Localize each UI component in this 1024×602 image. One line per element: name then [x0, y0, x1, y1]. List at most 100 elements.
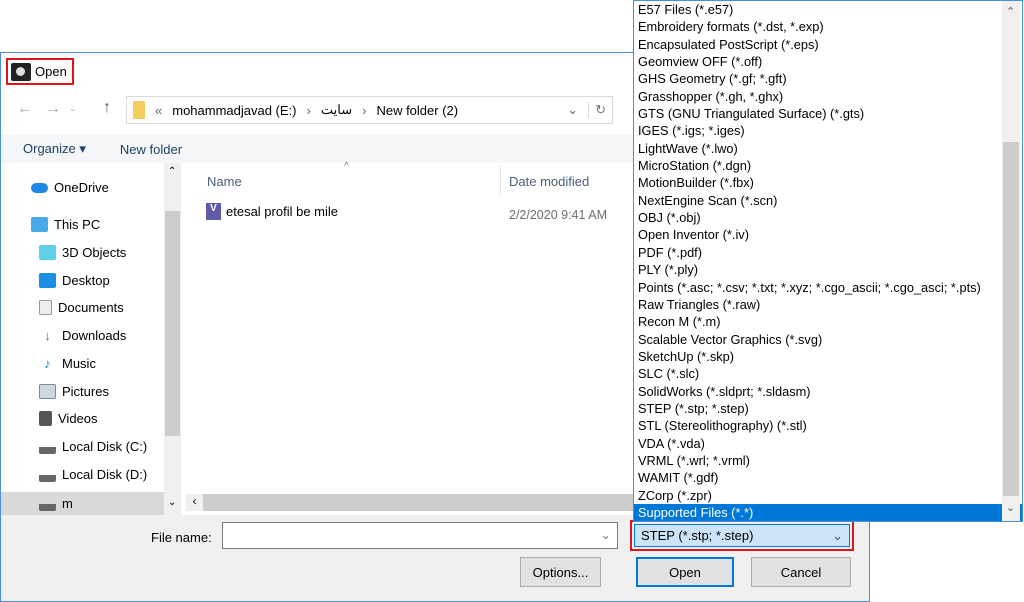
navigation-pane: OneDrive This PC 3D Objects Desktop Docu… [1, 163, 164, 515]
dropdown-option[interactable]: NextEngine Scan (*.scn) [634, 192, 1022, 209]
dropdown-option[interactable]: ZCorp (*.zpr) [634, 487, 1022, 504]
dropdown-option[interactable]: GHS Geometry (*.gf; *.gft) [634, 70, 1022, 87]
dropdown-option[interactable]: Raw Triangles (*.raw) [634, 296, 1022, 313]
sidebar-item-label: m [62, 496, 73, 511]
sidebar-item-label: Local Disk (D:) [62, 467, 148, 482]
sort-ascending-icon: ^ [344, 161, 349, 172]
open-button[interactable]: Open [636, 557, 734, 587]
drive-icon [39, 496, 56, 511]
dropdown-option[interactable]: PDF (*.pdf) [634, 244, 1022, 261]
scrollbar-thumb[interactable] [165, 211, 180, 436]
dropdown-option[interactable]: VRML (*.wrl; *.vrml) [634, 452, 1022, 469]
dropdown-option[interactable]: Scalable Vector Graphics (*.svg) [634, 331, 1022, 348]
chevron-down-icon[interactable]: ⌄ [601, 527, 611, 542]
dropdown-option[interactable]: WAMIT (*.gdf) [634, 469, 1022, 486]
dropdown-option[interactable]: Encapsulated PostScript (*.eps) [634, 36, 1022, 53]
breadcrumb-overflow[interactable]: « [155, 103, 162, 118]
dropdown-option[interactable]: OBJ (*.obj) [634, 209, 1022, 226]
scrollbar-thumb[interactable] [1003, 142, 1019, 496]
cube-icon [39, 245, 56, 260]
sidebar-item-label: Downloads [62, 328, 127, 343]
dropdown-option[interactable]: Supported Files (*.*) [634, 503, 1022, 522]
file-icon: V [206, 203, 221, 220]
breadcrumb-current[interactable]: New folder (2) [376, 103, 458, 118]
dropdown-option[interactable]: Geomview OFF (*.off) [634, 53, 1022, 70]
dropdown-option[interactable]: Grasshopper (*.gh, *.ghx) [634, 88, 1022, 105]
dropdown-option[interactable]: E57 Files (*.e57) [634, 1, 1022, 18]
window-title: Open [35, 64, 67, 79]
chevron-down-icon[interactable]: ⌄ [832, 528, 843, 544]
computer-icon [31, 217, 48, 232]
dropdown-option[interactable]: Recon M (*.m) [634, 313, 1022, 330]
scroll-up-icon[interactable]: ⌃ [168, 166, 176, 177]
sidebar-item-videos[interactable]: Videos [39, 411, 98, 426]
download-icon: ↓ [44, 328, 51, 343]
scroll-left-icon[interactable]: ‹ [186, 494, 203, 511]
sidebar-item-desktop[interactable]: Desktop [39, 273, 110, 288]
dropdown-option[interactable]: VDA (*.vda) [634, 435, 1022, 452]
file-name-label: File name: [151, 530, 212, 545]
dropdown-option[interactable]: STL (Stereolithography) (*.stl) [634, 417, 1022, 434]
title-bar: Open [6, 58, 74, 85]
address-bar[interactable]: « mohammadjavad (E:) › سایت › New folder (… [126, 96, 613, 124]
dropdown-option[interactable]: LightWave (*.lwo) [634, 140, 1022, 157]
cancel-button[interactable]: Cancel [751, 557, 851, 587]
folder-icon [133, 101, 145, 119]
file-name: etesal profil be mile [226, 204, 338, 219]
sidebar-item-label: Desktop [62, 273, 110, 288]
file-type-select[interactable]: STEP (*.stp; *.step) ⌄ [630, 520, 854, 551]
dropdown-option[interactable]: MicroStation (*.dgn) [634, 157, 1022, 174]
chevron-down-icon[interactable]: ⌄ [567, 102, 578, 118]
sidebar-item-local-disk-c[interactable]: Local Disk (C:) [39, 439, 147, 454]
dropdown-option[interactable]: Open Inventor (*.iv) [634, 226, 1022, 243]
dropdown-option[interactable]: Embroidery formats (*.dst, *.exp) [634, 18, 1022, 35]
dropdown-option[interactable]: MotionBuilder (*.fbx) [634, 174, 1022, 191]
sidebar-item-documents[interactable]: Documents [39, 300, 124, 315]
sidebar-item-pictures[interactable]: Pictures [39, 384, 109, 399]
drive-icon [39, 439, 56, 454]
dropdown-option[interactable]: PLY (*.ply) [634, 261, 1022, 278]
sidebar-item-onedrive[interactable]: OneDrive [31, 180, 109, 195]
dropdown-option[interactable]: SolidWorks (*.sldprt; *.sldasm) [634, 383, 1022, 400]
options-button[interactable]: Options... [520, 557, 601, 587]
horizontal-scrollbar[interactable] [203, 494, 633, 511]
sidebar-item-downloads[interactable]: ↓ Downloads [39, 328, 126, 343]
refresh-icon[interactable]: ↻ [588, 102, 612, 118]
scroll-up-icon[interactable]: ⌃ [1006, 5, 1015, 18]
file-name-input[interactable]: ⌄ [222, 522, 618, 549]
forward-arrow-icon[interactable]: → [45, 100, 61, 118]
dropdown-option[interactable]: GTS (GNU Triangulated Surface) (*.gts) [634, 105, 1022, 122]
dropdown-option[interactable]: STEP (*.stp; *.step) [634, 400, 1022, 417]
desktop-icon [39, 273, 56, 288]
column-header-date-modified[interactable]: Date modified [509, 174, 589, 189]
up-arrow-icon[interactable]: ↑ [103, 99, 111, 117]
dropdown-option[interactable]: SLC (*.slc) [634, 365, 1022, 382]
breadcrumb-folder[interactable]: سایت [321, 102, 352, 118]
pictures-icon [39, 384, 56, 399]
back-arrow-icon[interactable]: ← [17, 100, 33, 118]
dropdown-option[interactable]: SketchUp (*.skp) [634, 348, 1022, 365]
file-type-dropdown-list[interactable]: E57 Files (*.e57) Embroidery formats (*.d… [633, 0, 1023, 522]
dropdown-option[interactable]: Points (*.asc; *.csv; *.txt; *.xyz; *.cg… [634, 279, 1022, 296]
cloud-icon [31, 182, 48, 193]
sidebar-item-local-disk-d[interactable]: Local Disk (D:) [39, 467, 147, 482]
videos-icon [39, 411, 52, 426]
dropdown-scrollbar[interactable]: ⌃ ⌄ [1002, 1, 1020, 521]
sidebar-item-label: Documents [58, 300, 124, 315]
file-type-value: STEP (*.stp; *.step) [641, 528, 754, 543]
column-header-name[interactable]: Name [207, 174, 242, 189]
recent-chevron-icon[interactable]: ⌄ [69, 103, 77, 114]
scroll-down-icon[interactable]: ⌄ [1006, 501, 1015, 514]
sidebar-item-label: Videos [58, 411, 98, 426]
sidebar-scrollbar[interactable]: ⌃ ⌄ [164, 163, 181, 515]
sidebar-item-3d-objects[interactable]: 3D Objects [39, 245, 126, 260]
file-row[interactable]: V etesal profil be mile [206, 203, 338, 220]
new-folder-button[interactable]: New folder [120, 142, 182, 157]
sidebar-item-this-pc[interactable]: This PC [31, 217, 100, 232]
dropdown-option[interactable]: IGES (*.igs; *.iges) [634, 122, 1022, 139]
breadcrumb-drive[interactable]: mohammadjavad (E:) [172, 103, 296, 118]
organize-button[interactable]: Organize ▾ [23, 141, 86, 157]
sidebar-item-m[interactable]: m [1, 492, 164, 515]
sidebar-item-music[interactable]: ♪ Music [39, 356, 96, 371]
scroll-down-icon[interactable]: ⌄ [168, 497, 176, 508]
